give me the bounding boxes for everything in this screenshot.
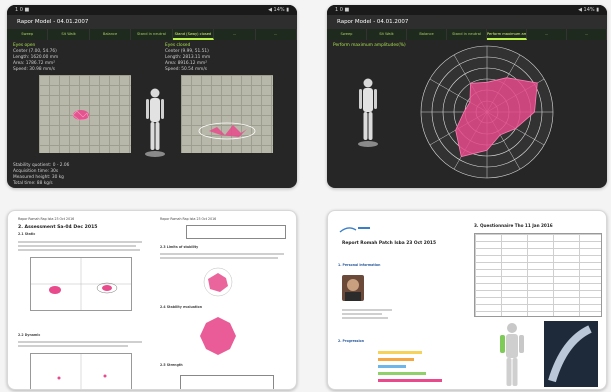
- progression-bar: [378, 365, 406, 368]
- subsection-title: 2.1 Static: [18, 232, 36, 236]
- status-bar: 1 0 ■ ◀ 14% ▮: [7, 5, 297, 15]
- section-title: 1. Personal information: [338, 263, 381, 267]
- stability-radar-figure: [190, 315, 246, 357]
- tab-extra-2[interactable]: ...: [567, 29, 607, 40]
- eyes-open-sway-plot: [39, 75, 131, 153]
- text-line: [18, 241, 142, 243]
- subsection-title: 2.3 Limits of stability: [160, 245, 199, 249]
- patient-figure-icon: [144, 87, 166, 159]
- questionnaire-title: 3. Questionnaire Tho 11 Jan 2016: [474, 223, 553, 228]
- status-bar: 1 0 ■ ◀ 14% ▮: [327, 5, 607, 15]
- patient-photo: [342, 275, 364, 301]
- summary-table: [186, 225, 286, 239]
- strength-table: [180, 375, 274, 389]
- section-title: 2. Assessment Sa-04 Dec 2015: [18, 225, 98, 230]
- tab-sit-walk[interactable]: Sit Walk: [367, 29, 407, 40]
- tab-sit-walk[interactable]: Sit Walk: [48, 29, 90, 40]
- subsection-title: 2.4 Stability evaluation: [160, 305, 202, 309]
- tab-sweep[interactable]: Sweep: [7, 29, 49, 40]
- eyes-open-line: Speed: 30.98 mm/s: [13, 67, 56, 72]
- status-icons-right: ◀ 14% ▮: [578, 7, 599, 13]
- text-line: [342, 309, 392, 311]
- eyes-closed-line: Speed: 50.54 mm/s: [165, 67, 208, 72]
- text-line: [18, 341, 142, 343]
- radar-screen-card: 1 0 ■ ◀ 14% ▮ Rapor Model - 04.01.2007 S…: [327, 5, 607, 188]
- app-title: Rapor Model - 04.01.2007: [337, 19, 409, 25]
- eyes-closed-sway-trace: [198, 122, 256, 140]
- status-icons-right: ◀ 14% ▮: [268, 7, 289, 13]
- progression-bar: [378, 351, 422, 354]
- patient-report-card: Report Romah Patch Isba 23 Oct 2015 1. P…: [327, 210, 607, 390]
- questionnaire-table: [474, 233, 602, 317]
- dynamic-figure: [30, 353, 132, 389]
- text-line: [18, 245, 136, 247]
- status-icons-left: 1 0 ■: [335, 7, 350, 13]
- progression-bar: [378, 379, 442, 382]
- progression-bars: [378, 351, 458, 387]
- tab-extra-1[interactable]: ...: [214, 29, 256, 40]
- tab-stand-closed[interactable]: Stand (Sway) closed: [172, 29, 215, 40]
- report-pages-card: Rapor Romah Rap Ista 23 Oct 2016 2. Asse…: [7, 210, 297, 390]
- page-header: Rapor Romah Rap Ista 23 Oct 2016: [18, 217, 75, 221]
- report-page-right: Rapor Romah Rap Ista 23 Oct 2016 2.3 Lim…: [160, 217, 288, 389]
- tab-bar: Sweep Sit Walk Balance Stand in neutral …: [7, 29, 297, 40]
- tab-sweep[interactable]: Sweep: [327, 29, 367, 40]
- limits-figure: [190, 265, 246, 299]
- eyes-open-sway-trace: [72, 110, 90, 121]
- subsection-title: 2.5 Strength: [160, 363, 183, 367]
- report-page-left: Report Romah Patch Isba 23 Oct 2015 1. P…: [334, 217, 464, 389]
- text-line: [342, 317, 388, 319]
- radar-heading: Perform maximum amplitudes(%): [333, 43, 406, 48]
- text-line: [18, 249, 140, 251]
- body-figure: [490, 321, 534, 389]
- tab-extra-2[interactable]: ...: [256, 29, 297, 40]
- eyes-closed-sway-plot: [181, 75, 273, 153]
- progression-bar: [378, 358, 414, 361]
- text-line: [160, 257, 278, 259]
- text-line: [342, 313, 382, 315]
- app-title-bar: Rapor Model - 04.01.2007: [327, 15, 607, 29]
- app-title: Rapor Model - 04.01.2007: [17, 19, 89, 25]
- report-page-right: 3. Questionnaire Tho 11 Jan 2016: [474, 217, 602, 389]
- patient-figure-icon: [357, 77, 379, 149]
- section-title: 2. Progression: [338, 339, 364, 343]
- status-icons-left: 1 0 ■: [15, 7, 30, 13]
- static-sway-figure: [30, 257, 132, 311]
- tab-stand-neutral[interactable]: Stand in neutral: [131, 29, 173, 40]
- subsection-title: 2.2 Dynamic: [18, 333, 41, 337]
- report-title: Report Romah Patch Isba 23 Oct 2015: [342, 241, 437, 246]
- report-page-left: Rapor Romah Rap Ista 23 Oct 2016 2. Asse…: [18, 217, 146, 389]
- tab-balance[interactable]: Balance: [90, 29, 132, 40]
- page-header: Rapor Romah Rap Ista 23 Oct 2016: [160, 217, 217, 221]
- radar-chart: [420, 45, 554, 179]
- app-title-bar: Rapor Model - 04.01.2007: [7, 15, 297, 29]
- text-line: [160, 253, 284, 255]
- medical-scan-image: [544, 321, 598, 387]
- text-line: [18, 345, 128, 347]
- stability-line: Total time: 88 kg/s: [13, 181, 53, 186]
- progression-bar: [378, 372, 426, 375]
- clinic-logo: [338, 219, 372, 233]
- sway-screen-card: 1 0 ■ ◀ 14% ▮ Rapor Model - 04.01.2007 S…: [7, 5, 297, 188]
